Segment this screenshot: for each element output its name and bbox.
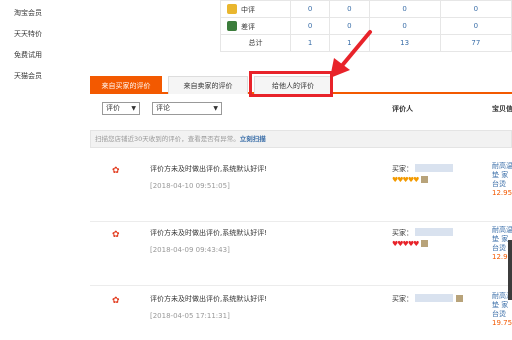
- negative-rating-icon: [227, 20, 237, 31]
- badge-icon: [421, 240, 429, 247]
- neutral-rating-icon: [227, 3, 237, 14]
- review-comment: 评价方未及时做出评价,系统默认好评!: [150, 165, 268, 173]
- sidebar-item-tmall-member[interactable]: 天猫会员: [14, 71, 84, 81]
- buyer-credit-hearts: ♥♥♥♥♥: [392, 240, 429, 248]
- list-item: ✿ 评价方未及时做出评价,系统默认好评! [2018-04-09 09:43:4…: [90, 226, 512, 286]
- count-cell[interactable]: 0: [368, 0, 441, 18]
- blurred-username[interactable]: [415, 294, 453, 302]
- buyer-name: 买家：: [392, 164, 453, 174]
- comment-filter-select[interactable]: 评论 ▼: [152, 102, 222, 115]
- review-date: [2018-04-05 17:11:31]: [150, 312, 230, 320]
- count-cell[interactable]: 77: [439, 34, 512, 52]
- badge-icon: [456, 295, 463, 302]
- annotation-arrow-icon: [330, 30, 372, 78]
- count-cell[interactable]: 0: [329, 0, 370, 18]
- review-comment: 评价方未及时做出评价,系统默认好评!: [150, 295, 268, 303]
- column-header-rater: 评价人: [392, 105, 413, 113]
- review-date: [2018-04-10 09:51:05]: [150, 182, 230, 190]
- count-cell[interactable]: 0: [289, 0, 331, 18]
- blurred-username[interactable]: [415, 164, 453, 172]
- buyer-credit-hearts: ♥♥♥♥♥: [392, 176, 429, 184]
- flower-icon: ✿: [112, 166, 120, 176]
- scan-now-link[interactable]: 立刻扫描: [240, 135, 266, 143]
- buyer-name: 买家：: [392, 294, 463, 304]
- scan-notice: 扫描您店铺近30天收到的评价，查看是否有异常。立刻扫描: [90, 130, 512, 148]
- tab-from-buyers[interactable]: 来自买家的评价: [90, 76, 162, 94]
- column-header-item: 宝贝信: [492, 105, 512, 113]
- rating-filter-select[interactable]: 评价 ▼: [102, 102, 140, 115]
- neutral-label-cell: 中评: [220, 0, 291, 18]
- badge-icon: [421, 176, 429, 183]
- item-info[interactable]: 耐高温 垫 家 台烫 12.95: [492, 162, 512, 198]
- chevron-down-icon: ▼: [213, 105, 218, 112]
- tab-from-sellers[interactable]: 来自卖家的评价: [168, 76, 248, 94]
- filter-bar: 评价 ▼ 评论 ▼ 评价人 宝贝信: [90, 102, 512, 122]
- list-item: ✿ 评价方未及时做出评价,系统默认好评! [2018-04-10 09:51:0…: [90, 162, 512, 222]
- list-item: ✿ 评价方未及时做出评价,系统默认好评! [2018-04-05 17:11:3…: [90, 292, 512, 340]
- table-row: 中评 0 0 0 0: [220, 0, 512, 18]
- chevron-down-icon: ▼: [131, 105, 136, 112]
- sidebar-item-daily-deals[interactable]: 天天特价: [14, 29, 84, 39]
- negative-label-cell: 差评: [220, 17, 291, 35]
- sidebar-item-free-trial[interactable]: 免费试用: [14, 50, 84, 60]
- sidebar: 淘宝会员 天天特价 免费试用 天猫会员: [14, 8, 84, 92]
- sidebar-item-taobao-member[interactable]: 淘宝会员: [14, 8, 84, 18]
- total-label-cell: 总计: [220, 34, 291, 52]
- blurred-username[interactable]: [415, 228, 453, 236]
- review-comment: 评价方未及时做出评价,系统默认好评!: [150, 229, 268, 237]
- count-cell[interactable]: 0: [439, 17, 512, 35]
- flower-icon: ✿: [112, 230, 120, 240]
- count-cell[interactable]: 0: [439, 0, 512, 18]
- flower-icon: ✿: [112, 296, 120, 306]
- scrollbar[interactable]: [508, 240, 512, 300]
- review-date: [2018-04-09 09:43:43]: [150, 246, 230, 254]
- buyer-name: 买家：: [392, 228, 453, 238]
